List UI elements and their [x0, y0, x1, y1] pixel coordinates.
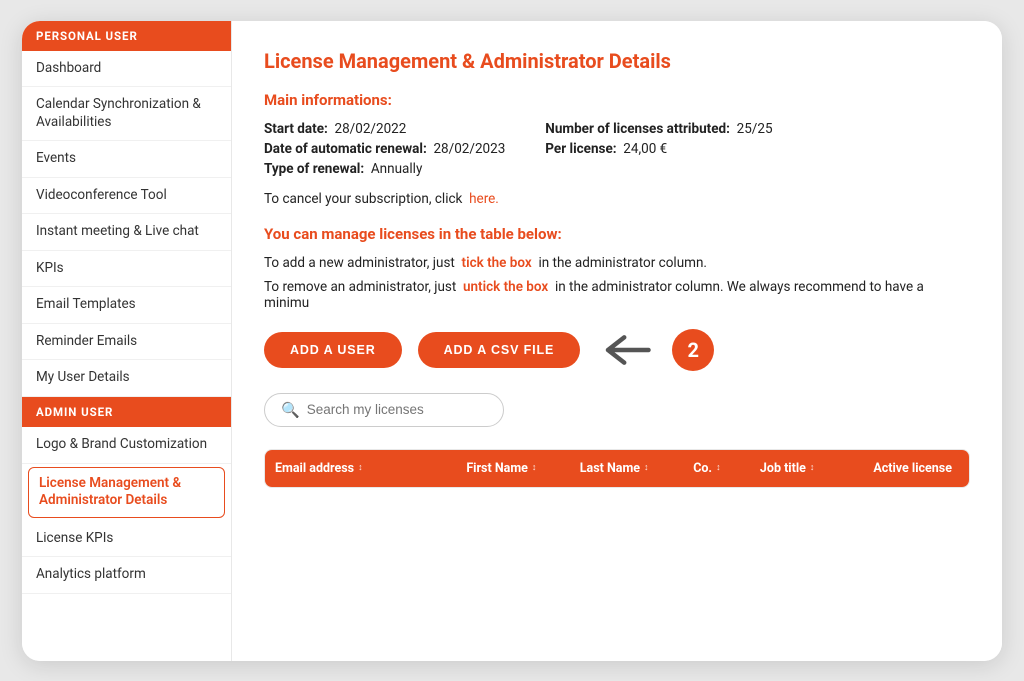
renewal-type-label: Type of renewal: [264, 161, 364, 177]
personal-user-header: PERSONAL USER [22, 21, 231, 51]
add-user-button[interactable]: ADD A USER [264, 332, 402, 368]
table-header-row: Email address ↕ First Name ↕ Last Name ↕… [265, 450, 969, 487]
tick-box-link[interactable]: tick the box [462, 255, 532, 271]
sort-jobtitle-icon[interactable]: ↕ [810, 464, 815, 473]
page-title: License Management & Administrator Detai… [264, 49, 970, 73]
sidebar-item-instant-meeting[interactable]: Instant meeting & Live chat [22, 214, 231, 251]
sidebar-item-kpis[interactable]: KPIs [22, 251, 231, 288]
licenses-table: Email address ↕ First Name ↕ Last Name ↕… [264, 449, 970, 488]
sort-email-icon[interactable]: ↕ [358, 464, 363, 473]
num-licenses-row: Number of licenses attributed: 25/25 [545, 121, 772, 137]
cancel-subscription-text: To cancel your subscription, click here. [264, 191, 970, 207]
auto-renewal-label: Date of automatic renewal: [264, 141, 427, 157]
th-firstname[interactable]: First Name ↕ [456, 450, 569, 487]
app-container: PERSONAL USER Dashboard Calendar Synchro… [22, 21, 1002, 661]
step-badge: 2 [672, 329, 714, 371]
th-email[interactable]: Email address ↕ [265, 450, 456, 487]
info-grid: Start date: 28/02/2022 Date of automatic… [264, 121, 970, 181]
per-license-label: Per license: [545, 141, 616, 157]
add-admin-instruction: To add a new administrator, just tick th… [264, 255, 970, 271]
start-date-row: Start date: 28/02/2022 [264, 121, 505, 137]
auto-renewal-value: 28/02/2023 [433, 141, 505, 157]
sidebar-item-license-kpis[interactable]: License KPIs [22, 521, 231, 558]
start-date-value: 28/02/2022 [335, 121, 407, 137]
start-date-label: Start date: [264, 121, 328, 137]
manage-licenses-title: You can manage licenses in the table bel… [264, 225, 970, 243]
info-col-left: Start date: 28/02/2022 Date of automatic… [264, 121, 505, 181]
th-lastname[interactable]: Last Name ↕ [570, 450, 683, 487]
th-jobtitle[interactable]: Job title ↕ [750, 450, 863, 487]
sort-lastname-icon[interactable]: ↕ [644, 464, 649, 473]
arrow-indicator [596, 330, 656, 370]
sidebar-item-videoconference[interactable]: Videoconference Tool [22, 178, 231, 215]
auto-renewal-row: Date of automatic renewal: 28/02/2023 [264, 141, 505, 157]
num-licenses-value: 25/25 [737, 121, 773, 137]
per-license-value: 24,00 € [623, 141, 667, 157]
th-active-license[interactable]: Active license [863, 450, 969, 487]
sidebar-item-license-management[interactable]: License Management & Administrator Detai… [28, 467, 225, 518]
renewal-type-row: Type of renewal: Annually [264, 161, 505, 177]
sidebar-item-reminder-emails[interactable]: Reminder Emails [22, 324, 231, 361]
main-content: License Management & Administrator Detai… [232, 21, 1002, 661]
sidebar-item-email-templates[interactable]: Email Templates [22, 287, 231, 324]
search-icon: 🔍 [281, 401, 300, 419]
action-buttons-row: ADD A USER ADD A CSV FILE 2 [264, 329, 970, 371]
sort-co-icon[interactable]: ↕ [716, 464, 721, 473]
sidebar: PERSONAL USER Dashboard Calendar Synchro… [22, 21, 232, 661]
th-co[interactable]: Co. ↕ [683, 450, 750, 487]
search-box[interactable]: 🔍 [264, 393, 504, 427]
main-info-title: Main informations: [264, 91, 970, 109]
sidebar-item-events[interactable]: Events [22, 141, 231, 178]
sidebar-item-logo-brand[interactable]: Logo & Brand Customization [22, 427, 231, 464]
remove-admin-instruction: To remove an administrator, just untick … [264, 279, 970, 311]
renewal-type-value: Annually [371, 161, 422, 177]
num-licenses-label: Number of licenses attributed: [545, 121, 730, 137]
sidebar-item-my-user-details[interactable]: My User Details [22, 360, 231, 397]
sidebar-item-analytics[interactable]: Analytics platform [22, 557, 231, 594]
add-csv-button[interactable]: ADD A CSV FILE [418, 332, 581, 368]
cancel-here-link[interactable]: here. [469, 191, 499, 207]
sidebar-item-dashboard[interactable]: Dashboard [22, 51, 231, 88]
per-license-row: Per license: 24,00 € [545, 141, 772, 157]
info-col-right: Number of licenses attributed: 25/25 Per… [545, 121, 772, 181]
untick-box-link[interactable]: untick the box [463, 279, 548, 295]
sidebar-item-calendar-sync[interactable]: Calendar Synchronization & Availabilitie… [22, 87, 231, 141]
search-input[interactable] [307, 402, 487, 417]
admin-user-header: ADMIN USER [22, 397, 231, 427]
search-row: 🔍 [264, 393, 970, 427]
sort-firstname-icon[interactable]: ↕ [532, 464, 537, 473]
